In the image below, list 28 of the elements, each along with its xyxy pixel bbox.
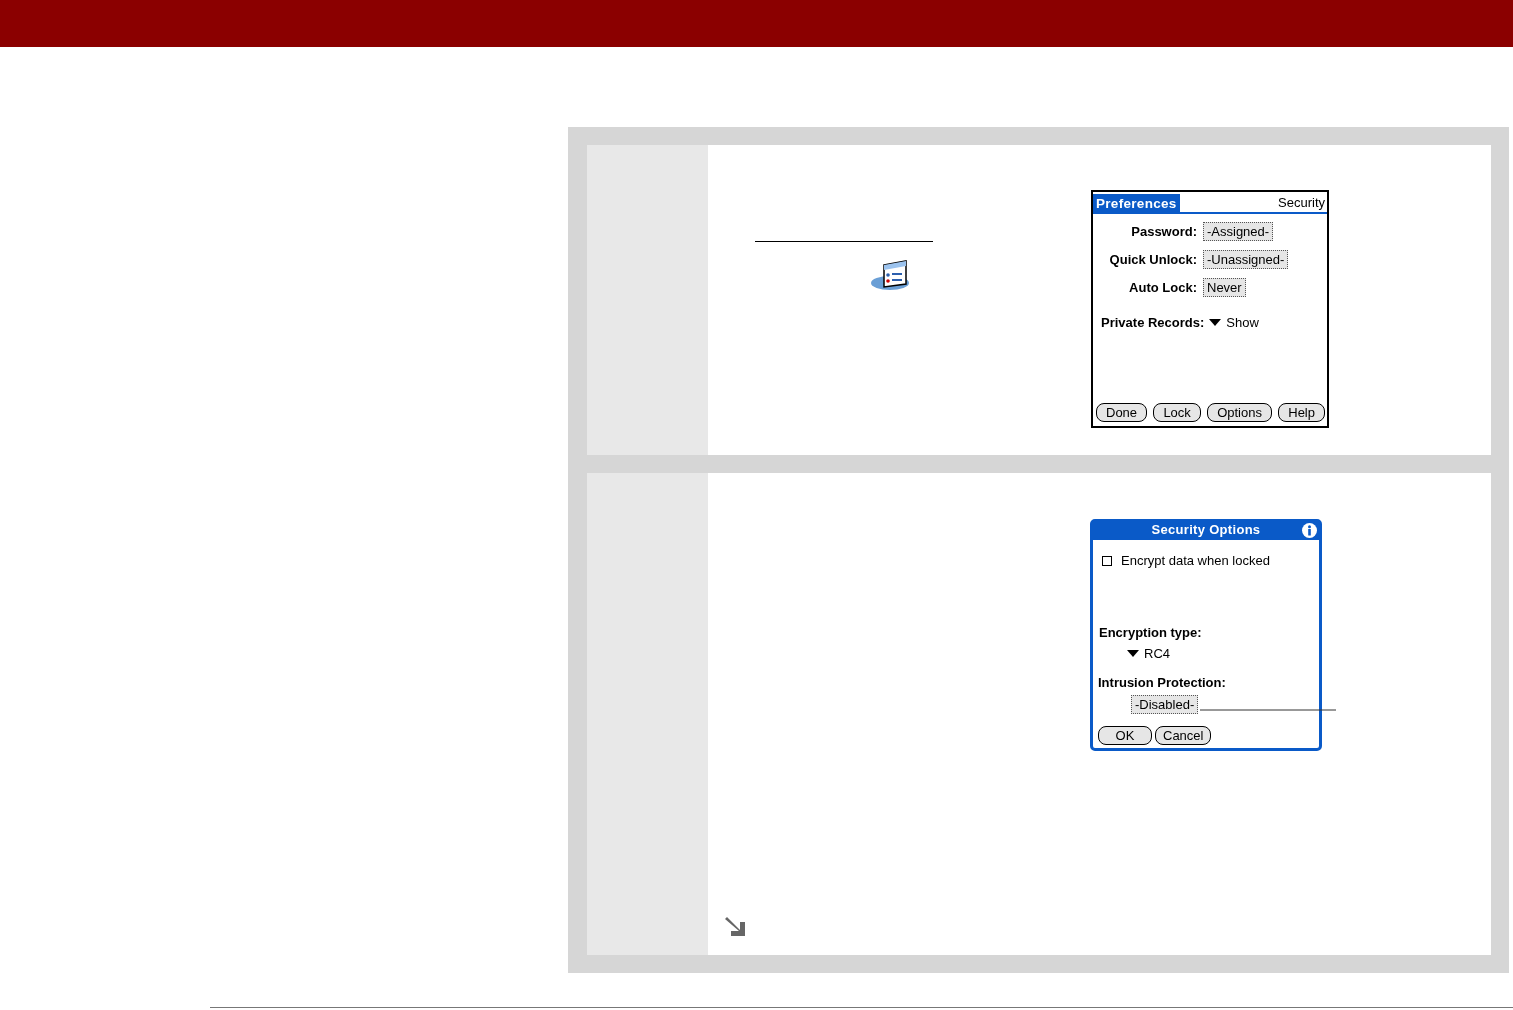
screen-button[interactable]: OK bbox=[1098, 726, 1152, 745]
field-label: Encryption type: bbox=[1099, 625, 1203, 640]
preferences-app-icon bbox=[870, 258, 910, 291]
selector-field[interactable]: -Disabled- bbox=[1131, 695, 1199, 714]
dropdown-triangle-icon bbox=[1127, 650, 1139, 657]
dialog-title: Security Options bbox=[1151, 522, 1261, 538]
dropdown-triangle-icon bbox=[1209, 319, 1222, 326]
field-label: Private Records: bbox=[1101, 315, 1205, 330]
field-label: Auto Lock: bbox=[1128, 280, 1197, 295]
field-label: Intrusion Protection: bbox=[1098, 675, 1227, 690]
screen-button[interactable]: Done bbox=[1096, 403, 1148, 422]
info-icon[interactable] bbox=[1302, 523, 1317, 538]
screen-title: Preferences bbox=[1093, 194, 1180, 212]
screen-button[interactable]: Options bbox=[1207, 403, 1272, 422]
checkbox-label: Encrypt data when locked bbox=[1121, 553, 1270, 568]
screen-button[interactable]: Lock bbox=[1153, 403, 1201, 422]
screen-button[interactable]: Cancel bbox=[1155, 726, 1212, 745]
selector-field[interactable]: -Unassigned- bbox=[1203, 250, 1289, 269]
field-label: Password: bbox=[1130, 224, 1197, 239]
selector-field[interactable]: -Assigned- bbox=[1203, 222, 1274, 241]
selector-field[interactable]: Never bbox=[1203, 278, 1246, 297]
dropdown-value[interactable]: RC4 bbox=[1144, 646, 1170, 661]
section-label: Security bbox=[1278, 195, 1326, 212]
arrow-icon bbox=[724, 915, 748, 937]
field-label: Quick Unlock: bbox=[1108, 252, 1197, 267]
checkbox[interactable] bbox=[1102, 555, 1112, 566]
dropdown-value[interactable]: Show bbox=[1226, 315, 1259, 330]
screen-button[interactable]: Help bbox=[1278, 403, 1325, 422]
